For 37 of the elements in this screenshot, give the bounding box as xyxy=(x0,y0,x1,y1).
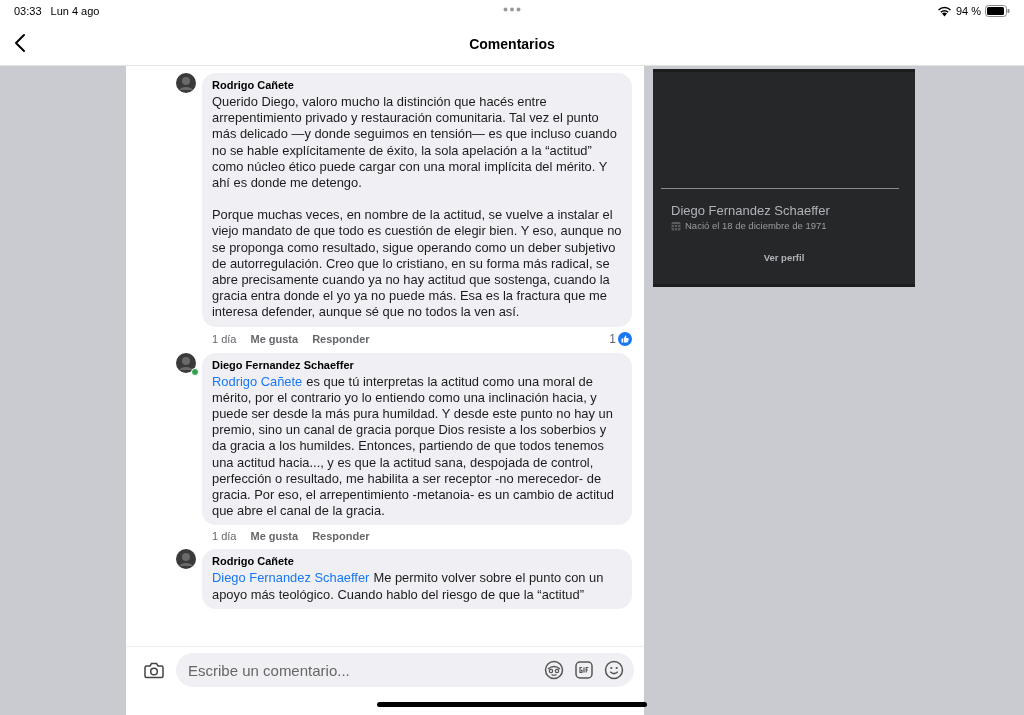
status-time: 03:33 xyxy=(14,5,42,17)
thumbs-up-icon[interactable] xyxy=(618,331,632,346)
page-title: Comentarios xyxy=(469,35,555,52)
camera-icon[interactable] xyxy=(144,661,164,679)
avatar-icon[interactable] xyxy=(176,549,196,570)
more-icon xyxy=(503,7,521,12)
comment-author[interactable]: Rodrigo Cañete xyxy=(212,79,622,92)
like-link[interactable]: Me gusta xyxy=(250,530,299,543)
like-link[interactable]: Me gusta xyxy=(250,332,299,345)
gif-icon[interactable] xyxy=(574,660,594,680)
status-date: Lun 4 ago xyxy=(50,5,100,17)
battery-percent: 94 % xyxy=(955,5,981,17)
calendar-icon xyxy=(671,220,681,231)
comment-time: 1 día xyxy=(212,332,237,345)
comment-field[interactable]: Escribe un comentario... xyxy=(176,653,634,687)
emoji-icon[interactable] xyxy=(604,660,624,680)
comment-author[interactable]: Diego Fernandez Schaeffer xyxy=(212,358,622,372)
comment-text: Diego Fernandez Schaeffer Me permito volver sobre el punto con un apoyo más teológico. Cuando hablo del riesgo de que la “actitud” xyxy=(212,570,605,603)
reply-link[interactable]: Responder xyxy=(312,332,370,345)
comment-time: 1 día xyxy=(212,530,237,543)
birthday-text: Nació el 18 de diciembre de 1971 xyxy=(685,220,827,231)
avatar-icon[interactable] xyxy=(176,352,196,373)
mention-link[interactable]: Rodrigo Cañete xyxy=(212,373,303,389)
battery-icon xyxy=(985,5,1010,17)
reaction-count: 1 xyxy=(609,331,616,346)
profile-name[interactable]: Diego Fernandez Schaeffer xyxy=(671,203,907,218)
avatar-icon[interactable] xyxy=(176,73,196,93)
comment-text: Querido Diego, valoro mucho la distinción que hacés entre arrepentimiento privado y restauración comunitaria. Tal vez el punto más delicado —y donde seguimos en tensión— es que incluso cuando no se hable explícitamente de éxito, la sola apelación a la “actitud” como núcleo ético puede cargar con una moral implícita del mérito. Y ahí es donde me detengo. xyxy=(212,94,618,192)
wifi-icon xyxy=(936,5,952,17)
comment-text: Rodrigo Cañete es que tú interpretas la actitud como una moral de mérito, por el contrario yo lo entiendo como una inclinación hacia, y puede ser desde la más pura humildad. Y desde este punto no hay un premio, sino un canal de gracia porque Dios resiste a los soberbios y da gracia a los humildes. Entonces, partiendo de que todos tenemos una actitud hacia..., y es que la actitud sana, despojada de control, perfección o resultado, me habilita a ser receptor -no merecedor- de gracia. Por eso, el arrepentimiento -metanoia- es un cambio de actitud que abre el canal de la gracia. xyxy=(212,373,615,520)
avatar-sticker-icon[interactable] xyxy=(544,660,564,680)
back-icon[interactable] xyxy=(14,33,26,53)
comment-author[interactable]: Rodrigo Cañete xyxy=(212,555,622,569)
comment-text: Porque muchas veces, en nombre de la actitud, se vuelve a instalar el viejo mandato de que todo es cuestión de elegir bien. Y eso, aunque no se proponga como resultado, sigue operando como un deber subjetivo de autorregulación. Creo que lo cristiano, en su forma más radical, se abre precisamente cuando ya no hay actitud que sostenga, cuando la gracia entra donde el yo ya no puede más. Esa es la fractura que me interesa defender, aunque sé que no todos la ven así. xyxy=(212,207,622,321)
mention-link[interactable]: Diego Fernandez Schaeffer xyxy=(212,570,370,586)
reply-link[interactable]: Responder xyxy=(312,530,370,543)
view-profile-button[interactable]: Ver perfil xyxy=(757,251,811,264)
